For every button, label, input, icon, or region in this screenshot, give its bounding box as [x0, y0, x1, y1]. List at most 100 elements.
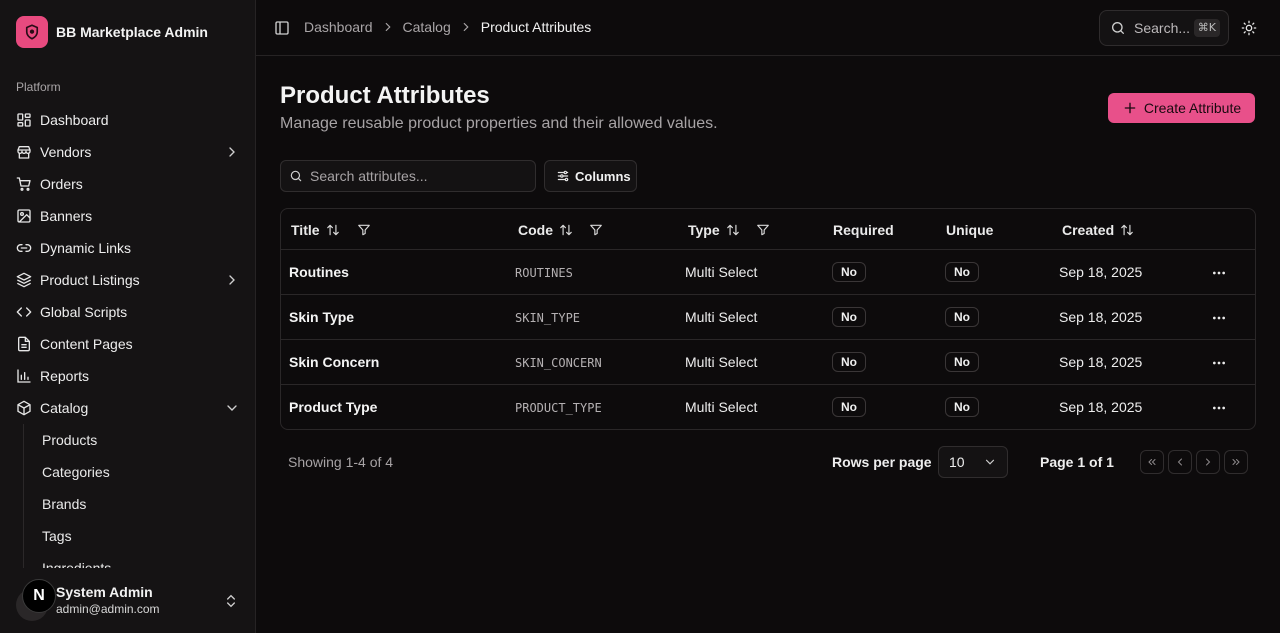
sidebar-item-content-pages[interactable]: Content Pages: [8, 328, 248, 360]
submenu-item-tags[interactable]: Tags: [34, 520, 248, 552]
rows-per-page-label: Rows per page: [832, 454, 932, 470]
store-icon: [17, 146, 31, 159]
required-badge: No: [832, 262, 866, 282]
table-row[interactable]: Skin Type SKIN_TYPE Multi Select No No S…: [281, 295, 1255, 340]
chevron-right-icon: [385, 22, 391, 32]
plus-icon: [1124, 102, 1136, 114]
last-page-button[interactable]: [1224, 450, 1248, 474]
column-title-label: Created: [1062, 222, 1115, 238]
chevrons-up-down-icon[interactable]: [223, 593, 239, 609]
column-header-code[interactable]: Code: [518, 222, 573, 238]
code-icon: [16, 307, 32, 317]
more-horizontal-icon[interactable]: [1211, 310, 1227, 326]
columns-button[interactable]: Columns: [544, 160, 637, 192]
column-title-label: Title: [291, 222, 320, 238]
table-row[interactable]: Skin Concern SKIN_CONCERN Multi Select N…: [281, 340, 1255, 385]
submenu-item-categories[interactable]: Categories: [34, 456, 248, 488]
search-icon: [1112, 22, 1124, 34]
page-indicator: Page 1 of 1: [1040, 454, 1114, 470]
table-row[interactable]: Routines ROUTINES Multi Select No No Sep…: [281, 250, 1255, 295]
more-horizontal-icon[interactable]: [1211, 265, 1227, 281]
column-header-unique: Unique: [946, 222, 993, 238]
top-bar: Dashboard Catalog Product Attributes Sea…: [256, 0, 1280, 56]
column-header-required: Required: [833, 222, 894, 238]
required-badge: No: [832, 352, 866, 372]
sort-arrows-icon: [326, 224, 339, 236]
unique-badge: No: [945, 307, 979, 327]
chevrons-right-icon: [1232, 459, 1240, 465]
sidebar-item-banners[interactable]: Banners: [8, 200, 248, 232]
filter-icon[interactable]: [357, 223, 371, 237]
sidebar-item-global-scripts[interactable]: Global Scripts: [8, 296, 248, 328]
create-attribute-button[interactable]: Create Attribute: [1108, 93, 1255, 123]
unique-badge: No: [945, 352, 979, 372]
sun-icon[interactable]: [1241, 20, 1257, 36]
sidebar-item-dashboard[interactable]: Dashboard: [8, 104, 248, 136]
sidebar-item-label: Global Scripts: [40, 304, 128, 320]
global-search[interactable]: Search... ⌘K: [1099, 10, 1229, 46]
sidebar-item-label: Dashboard: [40, 112, 109, 128]
cell-title: Skin Concern: [289, 354, 380, 370]
unique-badge: No: [945, 262, 979, 282]
breadcrumb-current: Product Attributes: [480, 19, 592, 35]
layers-icon: [16, 272, 32, 288]
cell-title: Skin Type: [289, 309, 355, 325]
sliders-icon: [557, 170, 569, 182]
sidebar-item-label: Product Listings: [40, 272, 140, 288]
sidebar-item-label: Dynamic Links: [40, 240, 132, 256]
sidebar-item-catalog[interactable]: Catalog: [8, 392, 248, 424]
cell-title: Product Type: [289, 399, 378, 415]
cell-created: Sep 18, 2025: [1059, 399, 1143, 415]
column-title-label: Type: [688, 222, 720, 238]
dev-badge[interactable]: N: [22, 579, 56, 613]
cell-created: Sep 18, 2025: [1059, 309, 1143, 325]
cell-title: Routines: [289, 264, 349, 280]
brand[interactable]: BB Marketplace Admin: [16, 16, 208, 48]
chevrons-left-icon: [1148, 459, 1156, 465]
dashboard-icon: [17, 113, 31, 127]
link-icon: [16, 244, 32, 252]
sort-arrows-icon: [726, 224, 739, 236]
sidebar-item-orders[interactable]: Orders: [8, 168, 248, 200]
column-header-title[interactable]: Title: [291, 222, 340, 238]
cell-code: ROUTINES: [515, 266, 573, 280]
submenu-item-ingredients[interactable]: Ingredients: [34, 552, 248, 568]
sidebar-item-reports[interactable]: Reports: [8, 360, 248, 392]
search-shortcut: ⌘K: [1193, 19, 1220, 37]
table-row[interactable]: Product Type PRODUCT_TYPE Multi Select N…: [281, 385, 1255, 429]
more-horizontal-icon[interactable]: [1211, 400, 1227, 416]
unique-badge: No: [945, 397, 979, 417]
sidebar-toggle-icon[interactable]: [274, 20, 290, 36]
breadcrumb-dashboard[interactable]: Dashboard: [304, 19, 373, 35]
cell-created: Sep 18, 2025: [1059, 354, 1143, 370]
page-title: Product Attributes: [280, 82, 490, 109]
package-icon: [17, 400, 31, 416]
column-header-created[interactable]: Created: [1062, 222, 1134, 238]
attribute-search-placeholder: Search attributes...: [310, 168, 428, 184]
column-header-type[interactable]: Type: [688, 222, 740, 238]
sidebar-item-dynamic-links[interactable]: Dynamic Links: [8, 232, 248, 264]
submenu-item-products[interactable]: Products: [34, 424, 248, 456]
cell-type: Multi Select: [685, 264, 758, 280]
cell-code: SKIN_CONCERN: [515, 356, 602, 370]
submenu-item-brands[interactable]: Brands: [34, 488, 248, 520]
breadcrumb-catalog[interactable]: Catalog: [403, 19, 451, 35]
attribute-search-input[interactable]: Search attributes...: [280, 160, 536, 192]
sidebar-item-vendors[interactable]: Vendors: [8, 136, 248, 168]
file-icon: [18, 336, 30, 352]
first-page-button[interactable]: [1140, 450, 1164, 474]
previous-page-button[interactable]: [1168, 450, 1192, 474]
more-horizontal-icon[interactable]: [1211, 355, 1227, 371]
rows-per-page-select[interactable]: 10: [938, 446, 1008, 478]
cart-icon: [16, 177, 31, 191]
app-title: BB Marketplace Admin: [56, 24, 208, 40]
filter-icon[interactable]: [589, 223, 603, 237]
chevron-right-icon: [229, 147, 235, 157]
sidebar-item-label: Vendors: [40, 144, 92, 160]
sidebar-item-product-listings[interactable]: Product Listings: [8, 264, 248, 296]
next-page-button[interactable]: [1196, 450, 1220, 474]
catalog-submenu: Products Categories Brands Tags Ingredie…: [23, 424, 248, 568]
filter-icon[interactable]: [756, 223, 770, 237]
image-icon: [17, 209, 31, 223]
chevron-right-icon: [1206, 458, 1211, 466]
